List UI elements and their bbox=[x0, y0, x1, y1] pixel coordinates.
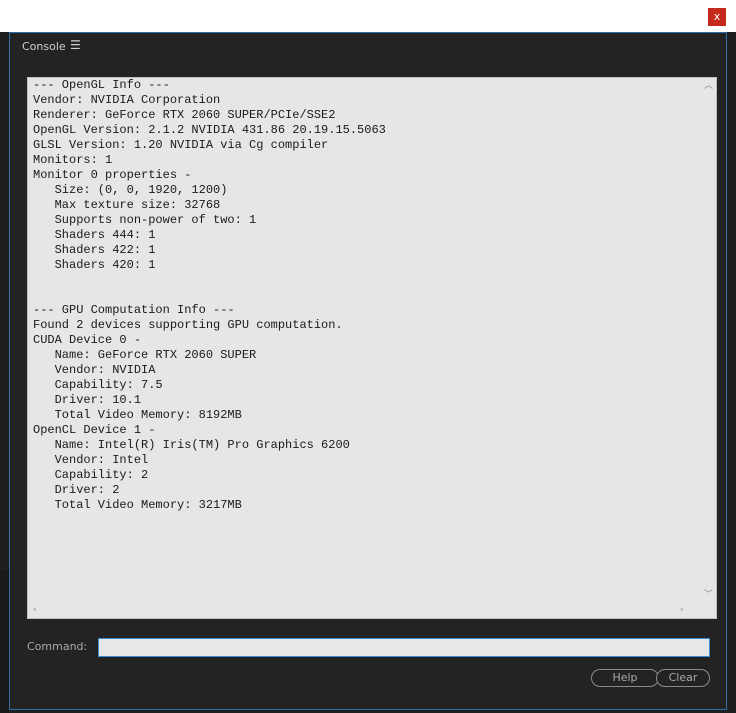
help-button[interactable]: Help bbox=[591, 669, 659, 687]
background-edge bbox=[0, 570, 9, 713]
window-titlebar: x bbox=[0, 0, 736, 32]
console-output-text: --- OpenGL Info --- Vendor: NVIDIA Corpo… bbox=[33, 78, 386, 512]
vertical-scrollbar[interactable]: ︿ ﹀ bbox=[701, 78, 716, 604]
clear-button[interactable]: Clear bbox=[656, 669, 710, 687]
console-output[interactable]: --- OpenGL Info --- Vendor: NVIDIA Corpo… bbox=[27, 77, 717, 619]
console-panel: Console ☰ --- OpenGL Info --- Vendor: NV… bbox=[9, 32, 727, 710]
hamburger-menu-icon[interactable]: ☰ bbox=[70, 38, 81, 52]
tab-console[interactable]: Console bbox=[22, 40, 66, 53]
close-button[interactable]: x bbox=[708, 8, 726, 26]
horizontal-scrollbar[interactable]: ‹ › bbox=[28, 603, 703, 618]
scroll-left-icon[interactable]: ‹ bbox=[33, 605, 37, 615]
scroll-down-icon[interactable]: ﹀ bbox=[704, 590, 713, 600]
command-input[interactable] bbox=[98, 638, 710, 657]
scroll-right-icon[interactable]: › bbox=[680, 605, 684, 615]
scroll-up-icon[interactable]: ︿ bbox=[704, 81, 713, 91]
command-label: Command: bbox=[27, 640, 88, 653]
